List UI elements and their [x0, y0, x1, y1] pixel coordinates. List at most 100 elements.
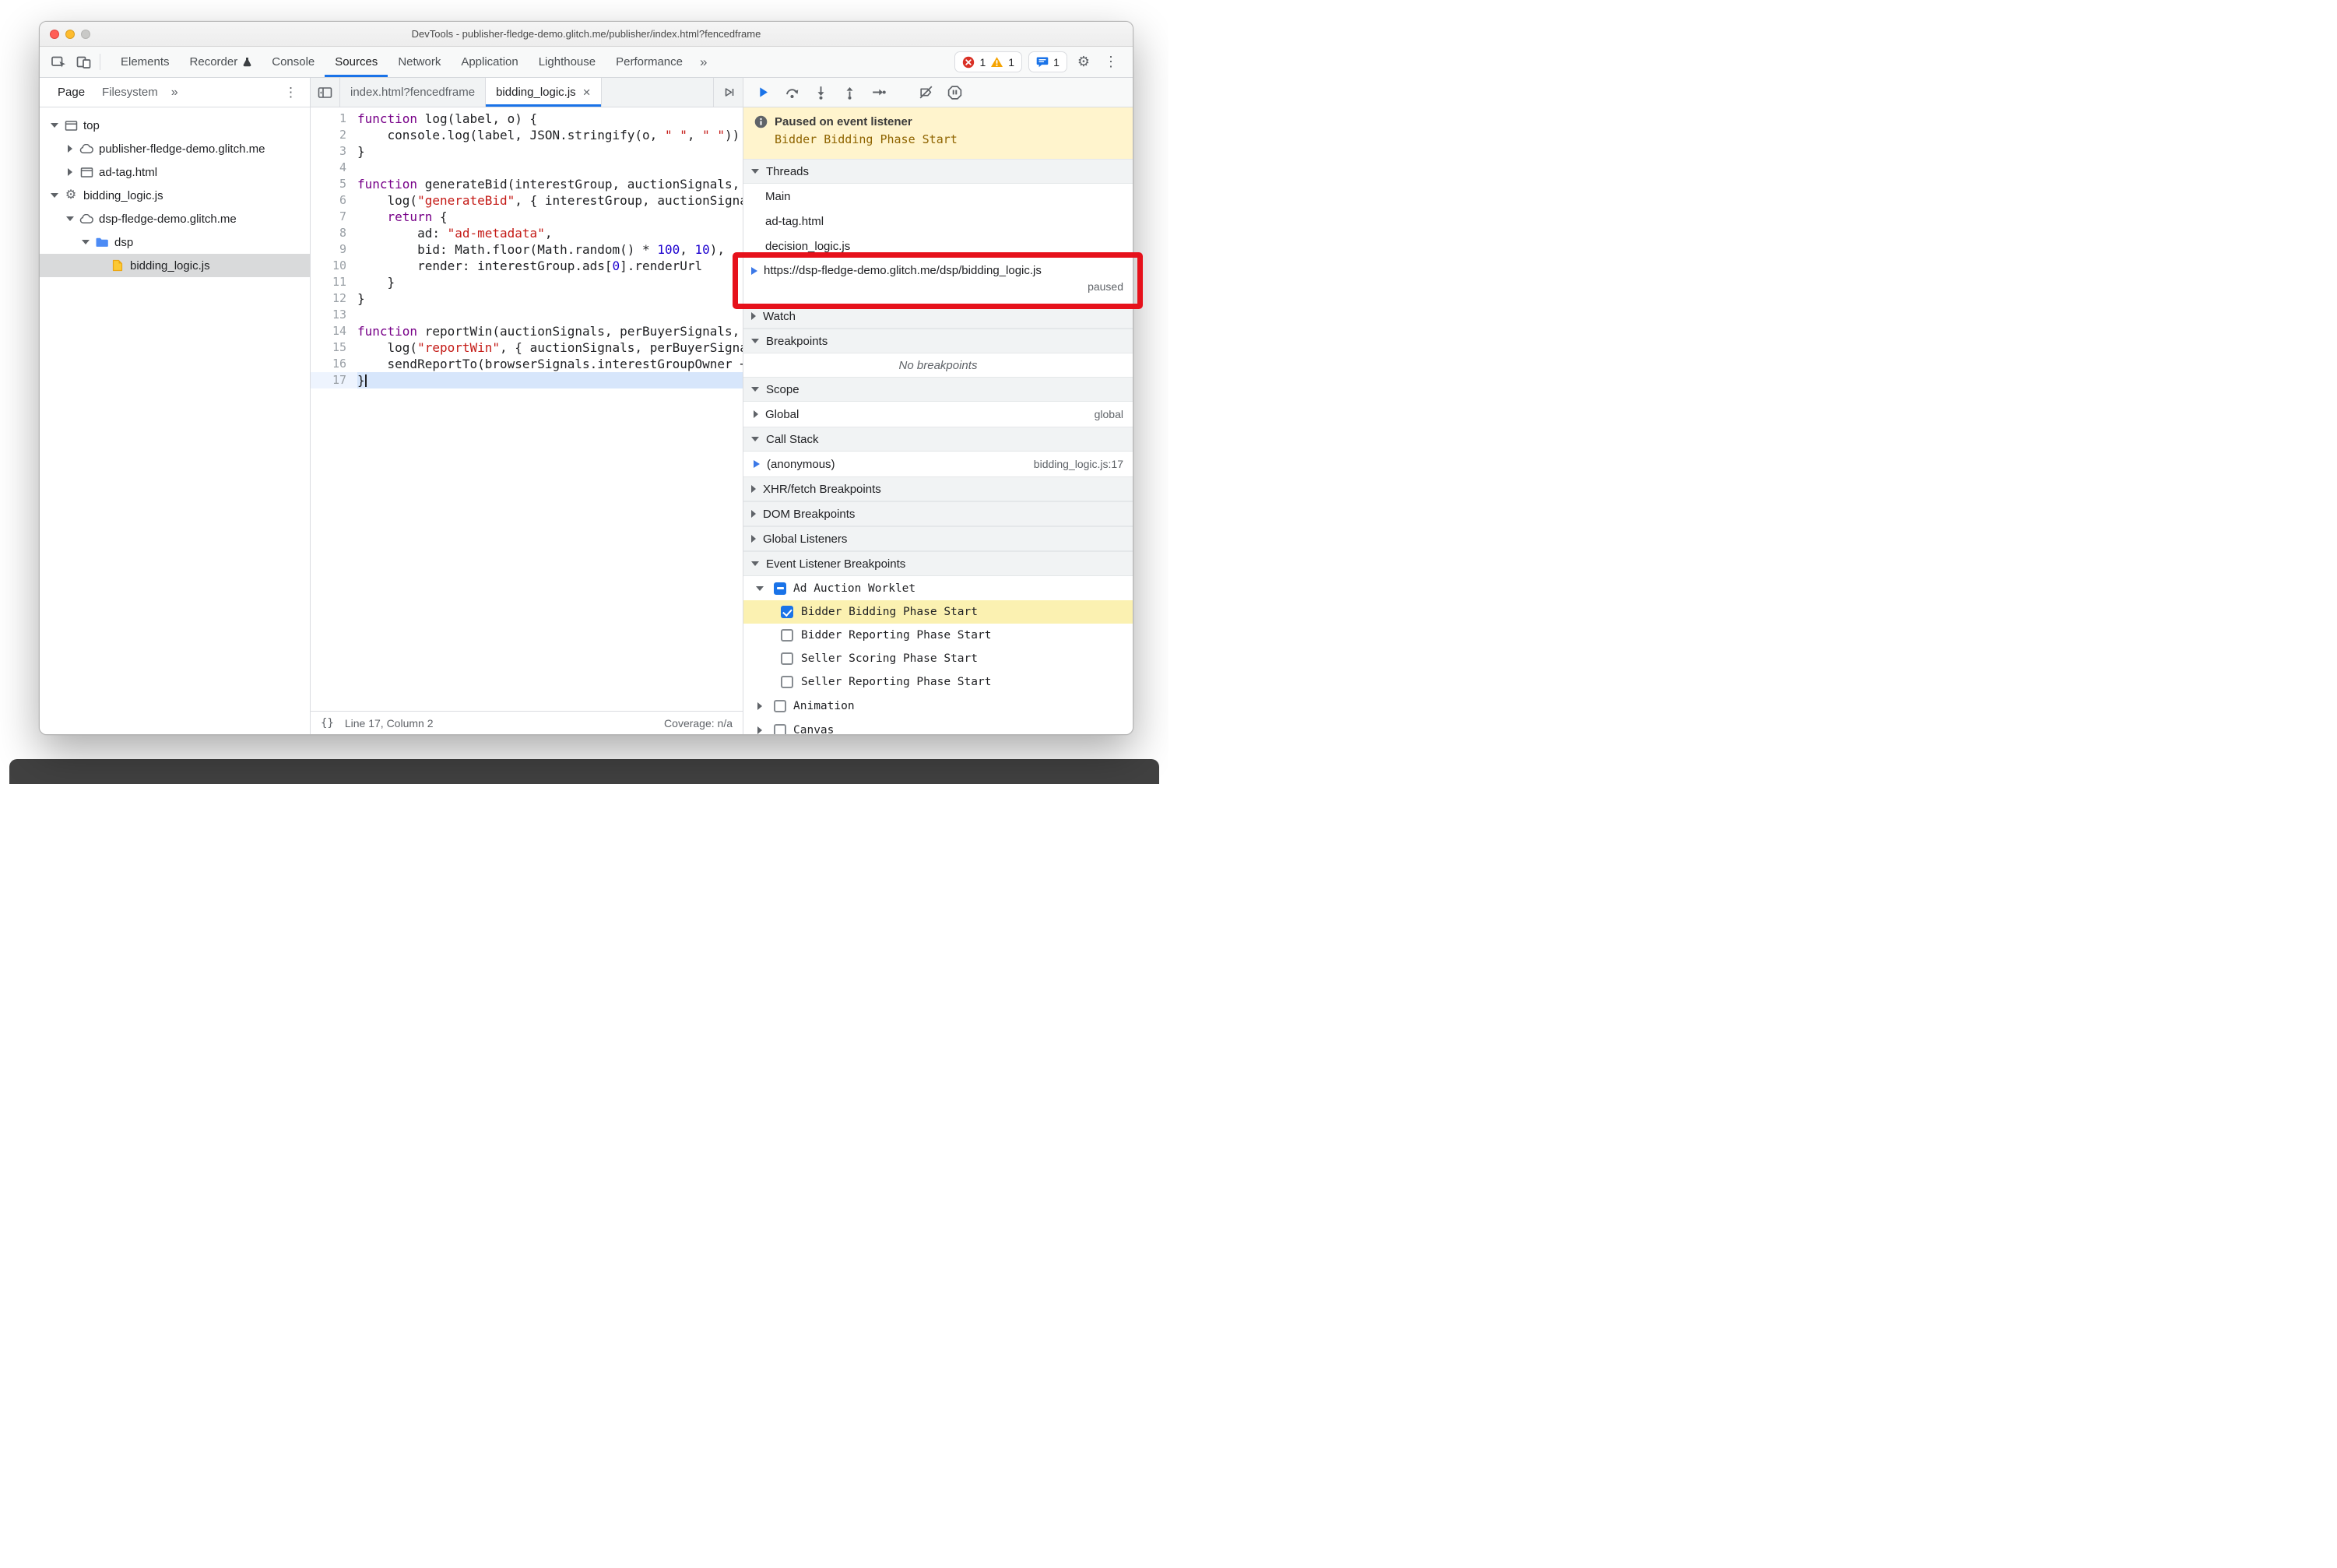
devtools-tab-recorder[interactable]: Recorder	[180, 47, 262, 77]
elb-item-seller-reporting-phase-start[interactable]: Seller Reporting Phase Start	[743, 670, 1133, 694]
tab-filesystem[interactable]: Filesystem	[93, 78, 167, 107]
line-number[interactable]: 8	[311, 225, 357, 241]
section-header-call-stack[interactable]: Call Stack	[743, 427, 1133, 452]
line-number[interactable]: 15	[311, 339, 357, 356]
tree-item-dsp-fledge-demo-glitch-me[interactable]: dsp-fledge-demo.glitch.me	[40, 207, 310, 230]
close-tab-icon[interactable]: ×	[583, 86, 591, 99]
active-thread-row[interactable]: https://dsp-fledge-demo.glitch.me/dsp/bi…	[743, 258, 1133, 304]
category-checkbox[interactable]	[774, 723, 786, 734]
devtools-tab-performance[interactable]: Performance	[606, 47, 693, 77]
devtools-tab-console[interactable]: Console	[262, 47, 325, 77]
line-number[interactable]: 11	[311, 274, 357, 290]
resume-button[interactable]	[751, 81, 775, 104]
fullscreen-window-button[interactable]	[81, 29, 90, 39]
more-panels-button[interactable]: »	[693, 47, 714, 77]
editor-tab-index-html-fencedframe[interactable]: index.html?fencedframe	[340, 78, 487, 107]
elb-item-bidder-bidding-phase-start[interactable]: Bidder Bidding Phase Start	[743, 600, 1133, 624]
section-header-xhr-breakpoints[interactable]: XHR/fetch Breakpoints	[743, 476, 1133, 501]
tree-item-bidding-logic-js[interactable]: bidding_logic.js	[40, 254, 310, 277]
elb-item-bidder-reporting-phase-start[interactable]: Bidder Reporting Phase Start	[743, 624, 1133, 647]
line-number[interactable]: 10	[311, 258, 357, 274]
close-window-button[interactable]	[50, 29, 59, 39]
code-line-text[interactable]: return {	[357, 209, 743, 225]
step-into-button[interactable]	[809, 81, 832, 104]
devtools-tab-network[interactable]: Network	[388, 47, 451, 77]
elb-item-seller-scoring-phase-start[interactable]: Seller Scoring Phase Start	[743, 647, 1133, 670]
tree-item-top[interactable]: top	[40, 114, 310, 137]
code-line-text[interactable]: log("reportWin", { auctionSignals, perBu…	[357, 339, 743, 356]
step-button[interactable]	[866, 81, 890, 104]
code-line-text[interactable]: ad: "ad-metadata",	[357, 225, 743, 241]
breakpoint-checkbox[interactable]	[781, 606, 793, 618]
elb-category-canvas[interactable]: Canvas	[743, 718, 1133, 734]
deactivate-breakpoints-button[interactable]	[914, 81, 937, 104]
toggle-navigator-button[interactable]	[311, 78, 340, 107]
editor-tab-bidding-logic-js[interactable]: bidding_logic.js ×	[486, 78, 602, 107]
tree-item-ad-tag-html[interactable]: ad-tag.html	[40, 160, 310, 184]
breakpoint-checkbox[interactable]	[781, 676, 793, 688]
section-header-global-listeners[interactable]: Global Listeners	[743, 526, 1133, 551]
section-header-dom-breakpoints[interactable]: DOM Breakpoints	[743, 501, 1133, 526]
editor-overflow-button[interactable]	[713, 78, 743, 107]
step-out-button[interactable]	[838, 81, 861, 104]
line-number[interactable]: 12	[311, 290, 357, 307]
code-line-text[interactable]: function log(label, o) {	[357, 111, 743, 127]
pause-on-exceptions-button[interactable]	[943, 81, 966, 104]
line-number[interactable]: 16	[311, 356, 357, 372]
section-header-breakpoints[interactable]: Breakpoints	[743, 329, 1133, 353]
code-line-text[interactable]: bid: Math.floor(Math.random() * 100, 10)…	[357, 241, 743, 258]
section-header-watch[interactable]: Watch	[743, 304, 1133, 329]
code-line-text[interactable]: function reportWin(auctionSignals, perBu…	[357, 323, 743, 339]
issues-badge[interactable]: 1	[1028, 51, 1067, 72]
devtools-tab-elements[interactable]: Elements	[111, 47, 180, 77]
scope-global-row[interactable]: Global global	[743, 402, 1133, 427]
line-number[interactable]: 6	[311, 192, 357, 209]
code-line-text[interactable]: sendReportTo(browserSignals.interestGrou…	[357, 356, 743, 372]
devtools-tab-application[interactable]: Application	[451, 47, 528, 77]
section-header-event-listener-breakpoints[interactable]: Event Listener Breakpoints	[743, 551, 1133, 576]
thread-row-main[interactable]: Main	[743, 184, 1133, 209]
more-navigator-tabs-button[interactable]: »	[167, 86, 183, 100]
line-number[interactable]: 7	[311, 209, 357, 225]
code-line-text[interactable]: function generateBid(interestGroup, auct…	[357, 176, 743, 192]
breakpoint-checkbox[interactable]	[781, 652, 793, 665]
code-line-text[interactable]	[357, 307, 743, 323]
section-header-scope[interactable]: Scope	[743, 377, 1133, 402]
code-line-text[interactable]: }	[357, 290, 743, 307]
console-status-badge[interactable]: 1 1	[954, 51, 1023, 72]
category-checkbox[interactable]	[774, 582, 786, 595]
tree-item-bidding-logic-js[interactable]: ⚙ bidding_logic.js	[40, 184, 310, 207]
elb-category-ad-auction-worklet[interactable]: Ad Auction Worklet	[743, 576, 1133, 600]
breakpoint-checkbox[interactable]	[781, 629, 793, 642]
code-line-text[interactable]: }	[357, 274, 743, 290]
code-line-text[interactable]	[357, 160, 743, 176]
code-line-text[interactable]: console.log(label, JSON.stringify(o, " "…	[357, 127, 743, 143]
line-number[interactable]: 14	[311, 323, 357, 339]
elb-category-animation[interactable]: Animation	[743, 694, 1133, 718]
line-number[interactable]: 9	[311, 241, 357, 258]
pretty-print-button[interactable]: {}	[321, 717, 334, 730]
device-toolbar-button[interactable]	[71, 47, 96, 77]
navigator-menu-button[interactable]: ⋮	[276, 85, 305, 100]
line-number[interactable]: 3	[311, 143, 357, 160]
line-number[interactable]: 4	[311, 160, 357, 176]
devtools-tab-sources[interactable]: Sources	[325, 47, 388, 77]
thread-row-decision-logic-js[interactable]: decision_logic.js	[743, 234, 1133, 258]
section-header-threads[interactable]: Threads	[743, 159, 1133, 184]
devtools-tab-lighthouse[interactable]: Lighthouse	[529, 47, 606, 77]
settings-button[interactable]: ⚙	[1070, 47, 1097, 77]
thread-row-ad-tag-html[interactable]: ad-tag.html	[743, 209, 1133, 234]
tab-page[interactable]: Page	[49, 78, 93, 107]
line-number[interactable]: 1	[311, 111, 357, 127]
more-options-button[interactable]: ⋮	[1097, 47, 1125, 77]
code-line-text[interactable]: }	[357, 143, 743, 160]
line-number[interactable]: 17	[311, 372, 357, 388]
tree-item-publisher-fledge-demo-glitch-me[interactable]: publisher-fledge-demo.glitch.me	[40, 137, 310, 160]
minimize-window-button[interactable]	[65, 29, 75, 39]
step-over-button[interactable]	[780, 81, 803, 104]
inspect-element-button[interactable]	[46, 47, 71, 77]
code-line-text[interactable]: render: interestGroup.ads[0].renderUrl	[357, 258, 743, 274]
line-number[interactable]: 5	[311, 176, 357, 192]
category-checkbox[interactable]	[774, 699, 786, 712]
call-stack-frame-row[interactable]: (anonymous) bidding_logic.js:17	[743, 452, 1133, 476]
